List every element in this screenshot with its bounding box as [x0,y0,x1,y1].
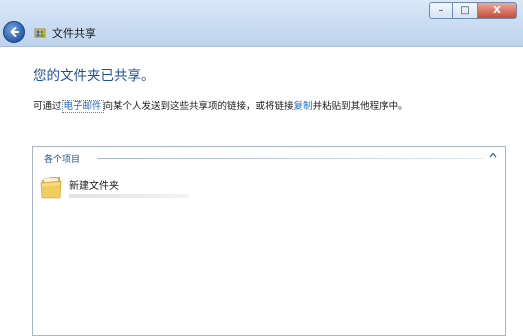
back-button[interactable] [3,21,25,43]
copy-link[interactable]: 复制 [294,101,313,112]
content-area: 您的文件夹已共享。 可通过 电子邮件 向某个人发送到这些共享项的链接，或将链接复制并… [0,47,523,336]
title-bar: – □ X 文件共享 [0,0,523,47]
page-heading: 您的文件夹已共享。 [33,68,155,84]
close-button[interactable]: X [477,2,517,19]
group-header-label: 各个项目 [44,155,81,165]
minimize-button[interactable]: – [429,2,453,19]
back-arrow-icon [10,27,19,37]
description-text-2: 向某个人发送到这些共享项的链接，或将链接 [103,101,294,112]
email-link[interactable]: 电子邮件 [61,100,104,113]
shared-items-panel: 各个项目 新建文件夹 [32,146,506,336]
window-title: 文件共享 [52,27,96,40]
collapse-chevron-icon[interactable] [489,151,497,160]
folder-name: 新建文件夹 [69,181,119,192]
share-icon [34,28,46,38]
folder-icon [40,177,62,199]
file-sharing-window: – □ X 文件共享 您的文件夹已共享。 可通过 电子邮件 向某个人发送到这些共享项… [0,0,523,336]
maximize-button[interactable]: □ [453,2,477,19]
folder-detail-placeholder [69,194,189,198]
description-text-1: 可通过 [33,101,62,112]
description-text-3: 并粘贴到其他程序中。 [312,101,408,112]
group-header-divider [97,158,483,159]
share-description: 可通过 电子邮件 向某个人发送到这些共享项的链接，或将链接复制并粘贴到其他程序中。 [33,98,408,113]
window-controls: – □ X [429,2,517,20]
